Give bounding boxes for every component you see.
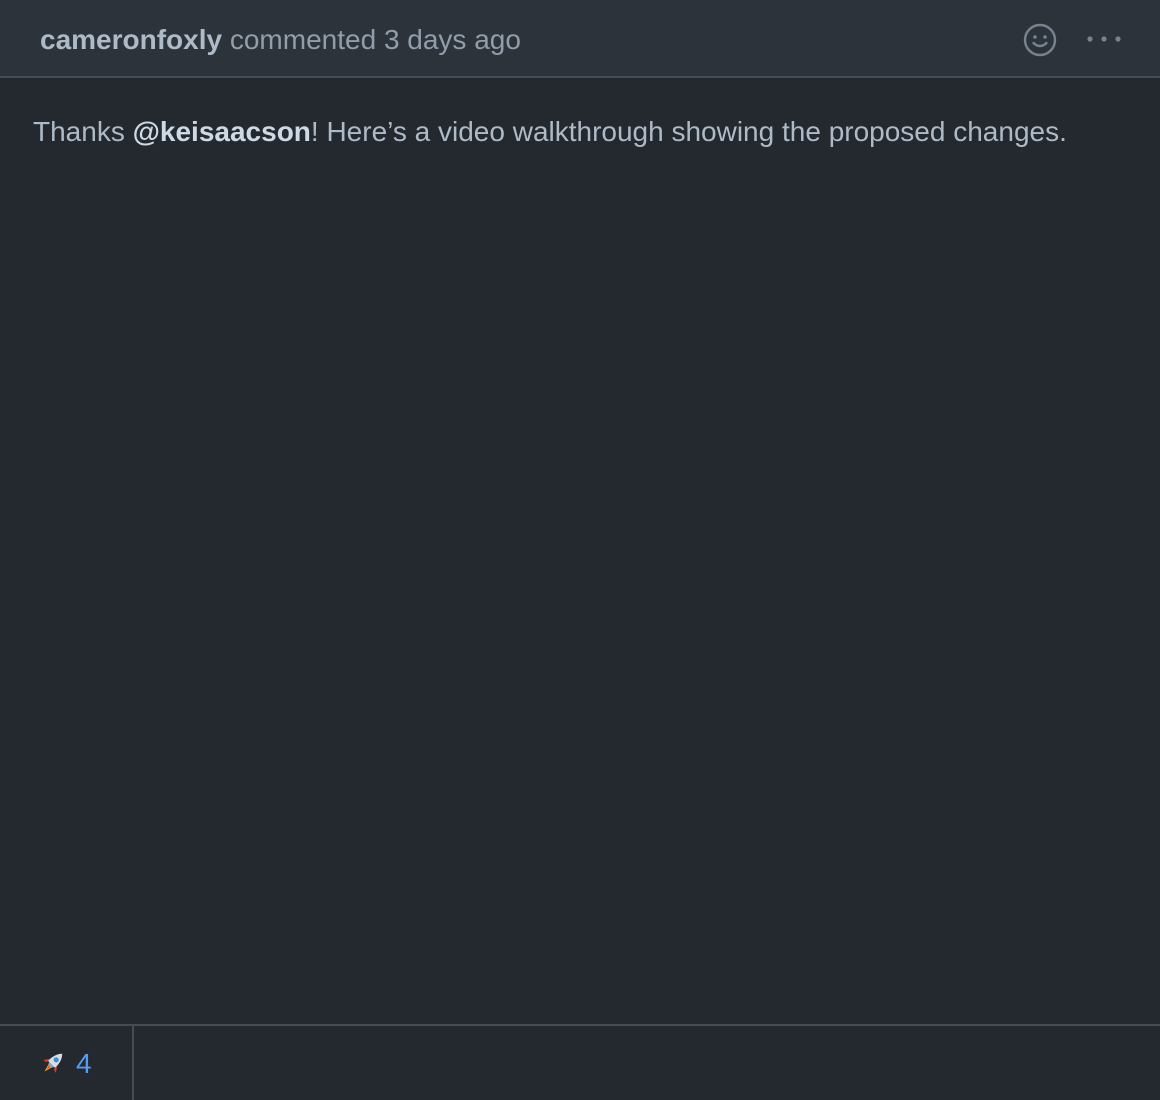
- comment-header: cameronfoxly commented 3 days ago: [0, 0, 1160, 78]
- comment-header-text: cameronfoxly commented 3 days ago: [40, 22, 521, 58]
- comment-author[interactable]: cameronfoxly: [40, 24, 222, 55]
- reactions-bar: 4: [0, 1024, 1160, 1100]
- comment-card: cameronfoxly commented 3 days ago Thanks…: [0, 0, 1160, 1100]
- comment-body-prefix: Thanks: [33, 116, 133, 147]
- add-reaction-button[interactable]: [1022, 22, 1058, 58]
- more-options-button[interactable]: [1084, 26, 1124, 54]
- rocket-icon: [43, 1053, 63, 1073]
- reaction-rocket-button[interactable]: 4: [0, 1026, 134, 1100]
- kebab-horizontal-icon: [1087, 36, 1121, 42]
- reaction-count: 4: [76, 1048, 92, 1079]
- comment-action: commented: [229, 24, 377, 55]
- smiley-icon: [1023, 23, 1057, 57]
- user-mention-link[interactable]: @keisaacson: [133, 116, 311, 147]
- comment-body: Thanks @keisaacson! Here’s a video walkt…: [33, 114, 1067, 150]
- comment-timestamp[interactable]: 3 days ago: [384, 24, 521, 55]
- comment-body-suffix: ! Here’s a video walkthrough showing the…: [310, 116, 1067, 147]
